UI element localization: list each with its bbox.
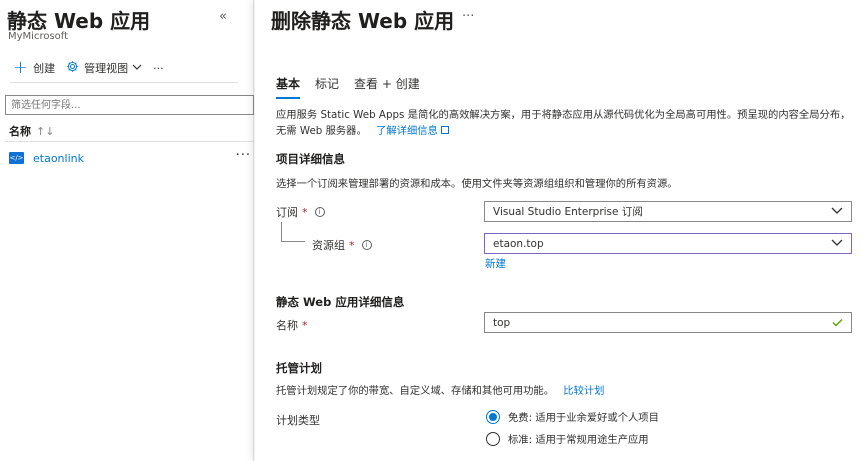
create-button[interactable]: + 创建 [13, 59, 55, 77]
info-icon[interactable]: i [361, 240, 372, 250]
name-label-text: 名称 [276, 319, 298, 332]
create-label: 创建 [33, 62, 56, 75]
intro-text: 应用服务 Static Web Apps 是简化的高效解决方案，用于将静态应用从… [276, 109, 851, 137]
tree-connector [281, 222, 305, 242]
chevron-down-icon [831, 238, 843, 249]
resource-group-dropdown[interactable]: etaon.top [484, 233, 852, 254]
learn-more-link[interactable]: 了解详细信息 [376, 125, 449, 137]
name-label: 名称 * [276, 317, 308, 333]
toolbar-divider [10, 82, 238, 83]
plan-option-standard-label: 标准: 适用于常规用途生产应用 [508, 434, 649, 446]
radio-unselected[interactable] [486, 431, 500, 446]
column-header-label: 名称 [9, 125, 31, 138]
required-marker: * [349, 238, 355, 252]
intro-description: 应用服务 Static Web Apps 是简化的高效解决方案，用于将静态应用从… [276, 107, 854, 139]
section-heading-project: 项目详细信息 [276, 152, 345, 166]
resource-group-value: etaon.top [493, 237, 544, 250]
more-options-button[interactable]: ··· [462, 9, 474, 24]
name-input[interactable]: top [484, 312, 852, 333]
hosting-desc-text: 托管计划规定了你的带宽、自定义域、存储和其他可用功能。 [276, 385, 555, 397]
required-marker: * [302, 205, 308, 219]
subscription-label: 订阅 * i [276, 204, 325, 220]
resource-list-blade: 静态 Web 应用 MyMicrosoft « + 创建 管理视图 ··· 名称… [0, 0, 254, 461]
tab-basics[interactable]: 基本 [276, 75, 301, 99]
create-new-resource-group-link[interactable]: 新建 [485, 256, 506, 271]
command-bar: + 创建 管理视图 ··· [13, 56, 175, 80]
section-desc-hosting: 托管计划规定了你的带宽、自定义域、存储和其他可用功能。 比较计划 [276, 382, 604, 397]
blade-title: 静态 Web 应用 [7, 9, 151, 33]
resource-group-label: 资源组 * i [312, 237, 372, 253]
required-marker: * [302, 318, 308, 332]
compare-plans-link[interactable]: 比较计划 [563, 385, 604, 397]
subscription-value: Visual Studio Enterprise 订阅 [493, 206, 643, 218]
plus-icon: + [13, 57, 29, 78]
header-divider [5, 141, 254, 142]
plan-option-free-label: 免费: 适用于业余爱好或个人项目 [508, 412, 659, 424]
resource-group-label-text: 资源组 [312, 239, 345, 252]
static-web-app-icon: </> [9, 152, 24, 164]
manage-view-button[interactable]: 管理视图 [66, 60, 142, 76]
column-header-name[interactable]: 名称 ↑↓ [9, 123, 54, 139]
sort-icon: ↑↓ [36, 124, 55, 138]
name-value: top [493, 316, 511, 329]
section-heading-app-details: 静态 Web 应用详细信息 [276, 295, 405, 309]
create-blade: 删除静态 Web 应用 ··· 基本 标记 查看 + 创建 应用服务 Stati… [255, 0, 861, 461]
subscription-dropdown[interactable]: Visual Studio Enterprise 订阅 [484, 201, 852, 222]
filter-input[interactable] [5, 95, 254, 115]
plan-type-label: 计划类型 [276, 414, 320, 427]
tab-bar: 基本 标记 查看 + 创建 [276, 75, 435, 99]
resource-link[interactable]: etaonlink [33, 152, 84, 165]
info-icon[interactable]: i [314, 207, 325, 217]
gear-icon [66, 60, 79, 76]
radio-selected[interactable] [486, 409, 500, 424]
subscription-label-text: 订阅 [276, 206, 298, 219]
plan-option-free[interactable]: 免费: 适用于业余爱好或个人项目 [486, 409, 659, 424]
list-item: </> etaonlink ··· [5, 147, 254, 169]
row-more-button[interactable]: ··· [236, 148, 251, 163]
blade-subtitle: MyMicrosoft [8, 31, 69, 42]
tab-review-create[interactable]: 查看 + 创建 [354, 75, 420, 99]
more-commands-button[interactable]: ··· [153, 62, 164, 75]
chevron-down-icon [132, 63, 142, 74]
plan-option-standard[interactable]: 标准: 适用于常规用途生产应用 [486, 431, 649, 446]
collapse-icon[interactable]: « [219, 9, 227, 24]
manage-view-label: 管理视图 [84, 62, 129, 75]
checkmark-icon [832, 316, 843, 330]
section-heading-hosting: 托管计划 [276, 361, 322, 375]
chevron-down-icon [831, 206, 843, 217]
page-title: 删除静态 Web 应用 [271, 9, 455, 33]
section-desc-project: 选择一个订阅来管理部署的资源和成本。使用文件夹等资源组组织和管理你的所有资源。 [276, 178, 678, 190]
external-link-icon [440, 126, 449, 134]
tab-tags[interactable]: 标记 [315, 75, 339, 99]
